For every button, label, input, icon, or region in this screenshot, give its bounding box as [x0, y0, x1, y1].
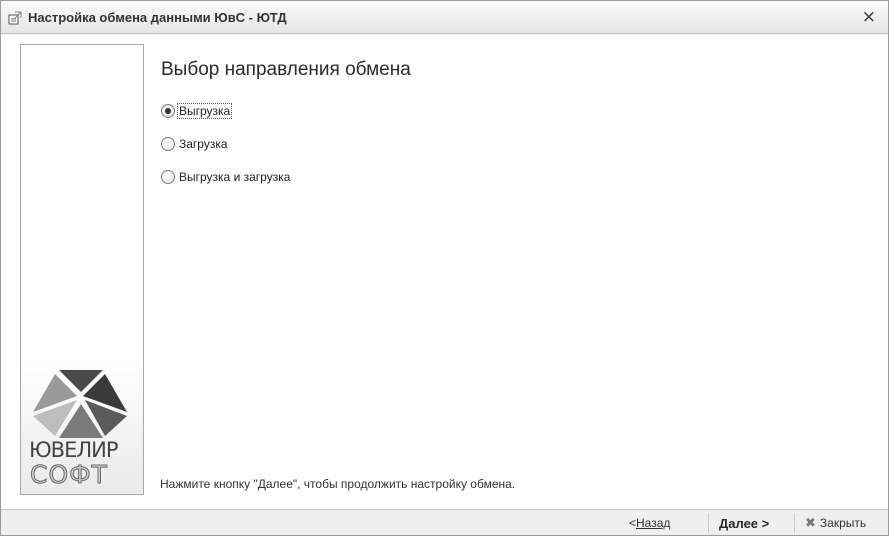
option-export-import-label[interactable]: Выгрузка и загрузка — [178, 170, 291, 184]
company-logo: ЮВЕЛИР СОФТ — [21, 360, 143, 494]
option-export-import[interactable]: Выгрузка и загрузка — [161, 170, 291, 184]
back-button-label: Назад — [636, 516, 671, 530]
close-icon[interactable]: × — [862, 8, 876, 26]
close-button-label: Закрыть — [819, 516, 867, 530]
close-icon: ✖ — [805, 515, 816, 531]
radio-export-import[interactable] — [161, 170, 175, 184]
option-export-label[interactable]: Выгрузка — [176, 103, 233, 119]
logo-mark-icon — [33, 370, 127, 438]
next-button-label: Далее > — [719, 515, 770, 531]
close-button[interactable]: ✖ Закрыть — [805, 514, 866, 532]
radio-import[interactable] — [161, 137, 175, 151]
window-title: Настройка обмена данными ЮвС - ЮТД — [28, 10, 287, 25]
radio-export[interactable] — [161, 104, 175, 118]
back-button[interactable]: < Назад — [629, 514, 670, 532]
side-panel: ЮВЕЛИР СОФТ — [20, 44, 144, 495]
logo-text-bottom: СОФТ — [30, 460, 108, 490]
button-bar: < Назад Далее > ✖ Закрыть — [1, 509, 888, 535]
next-button[interactable]: Далее > — [719, 514, 769, 532]
page-title: Выбор направления обмена — [161, 59, 411, 80]
back-button-prefix: < — [629, 516, 637, 530]
button-separator — [708, 513, 709, 533]
logo-text-top: ЮВЕЛИР — [29, 438, 119, 462]
app-form-icon — [8, 11, 22, 25]
exchange-setup-window: Настройка обмена данными ЮвС - ЮТД × ЮВЕ… — [0, 0, 889, 536]
option-import-label[interactable]: Загрузка — [178, 137, 229, 151]
form-body: ЮВЕЛИР СОФТ Выбор направления обмена Выг… — [1, 35, 888, 509]
title-bar[interactable]: Настройка обмена данными ЮвС - ЮТД × — [1, 1, 888, 34]
option-export[interactable]: Выгрузка — [161, 103, 233, 119]
button-separator — [794, 513, 795, 533]
option-import[interactable]: Загрузка — [161, 137, 229, 151]
hint-text: Нажмите кнопку "Далее", чтобы продолжить… — [160, 477, 516, 491]
